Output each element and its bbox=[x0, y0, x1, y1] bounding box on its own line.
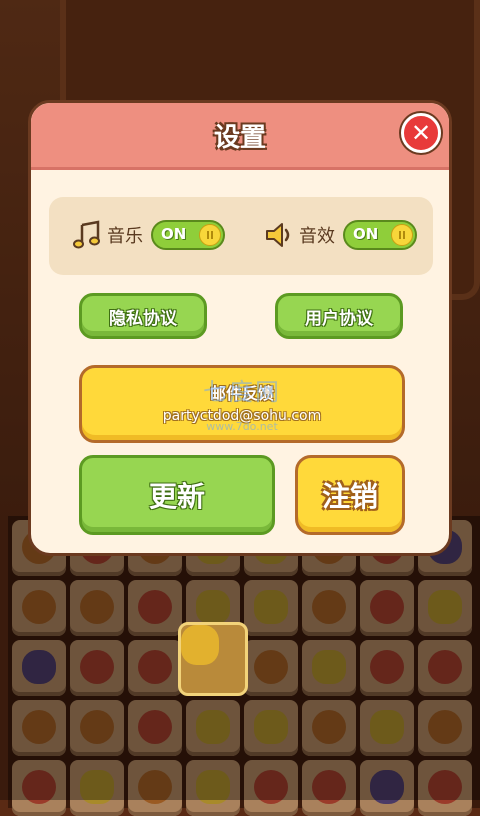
music-note-icon bbox=[73, 220, 100, 249]
speaker-icon bbox=[266, 223, 290, 247]
logout-button[interactable]: 注销 bbox=[295, 455, 405, 535]
music-label: 音乐 bbox=[107, 226, 143, 247]
sfx-toggle-state: ON bbox=[353, 225, 379, 243]
user-agreement-button[interactable]: 用户协议 bbox=[275, 293, 403, 339]
close-button[interactable]: ✕ bbox=[401, 113, 441, 153]
watermark-url: www.7do.net bbox=[206, 420, 278, 433]
email-feedback-button[interactable]: 邮件反馈 partyctdod@sohu.com 七度网 www.7do.net bbox=[79, 365, 405, 443]
close-icon: ✕ bbox=[410, 119, 432, 147]
toggle-knob bbox=[391, 224, 413, 246]
dialog-title: 设置 bbox=[213, 122, 266, 153]
toggle-knob bbox=[199, 224, 221, 246]
sfx-option: 音效 ON bbox=[263, 217, 417, 253]
watermark-text: 七度网 bbox=[203, 378, 281, 406]
sfx-label: 音效 bbox=[299, 226, 335, 247]
music-toggle-state: ON bbox=[161, 225, 187, 243]
highlighted-tile bbox=[178, 622, 248, 696]
privacy-policy-button[interactable]: 隐私协议 bbox=[79, 293, 207, 339]
settings-dialog: 设置 ✕ 音乐 ON 音效 ON 隐私协议 用户协议 邮件反馈 partyctd… bbox=[28, 100, 452, 556]
sfx-toggle[interactable]: ON bbox=[343, 220, 417, 250]
music-toggle[interactable]: ON bbox=[151, 220, 225, 250]
music-option: 音乐 ON bbox=[71, 217, 225, 253]
update-button[interactable]: 更新 bbox=[79, 455, 275, 535]
dialog-header: 设置 bbox=[31, 103, 449, 170]
sound-settings-panel: 音乐 ON 音效 ON bbox=[49, 197, 433, 275]
flower-fruit-icon bbox=[181, 625, 219, 665]
